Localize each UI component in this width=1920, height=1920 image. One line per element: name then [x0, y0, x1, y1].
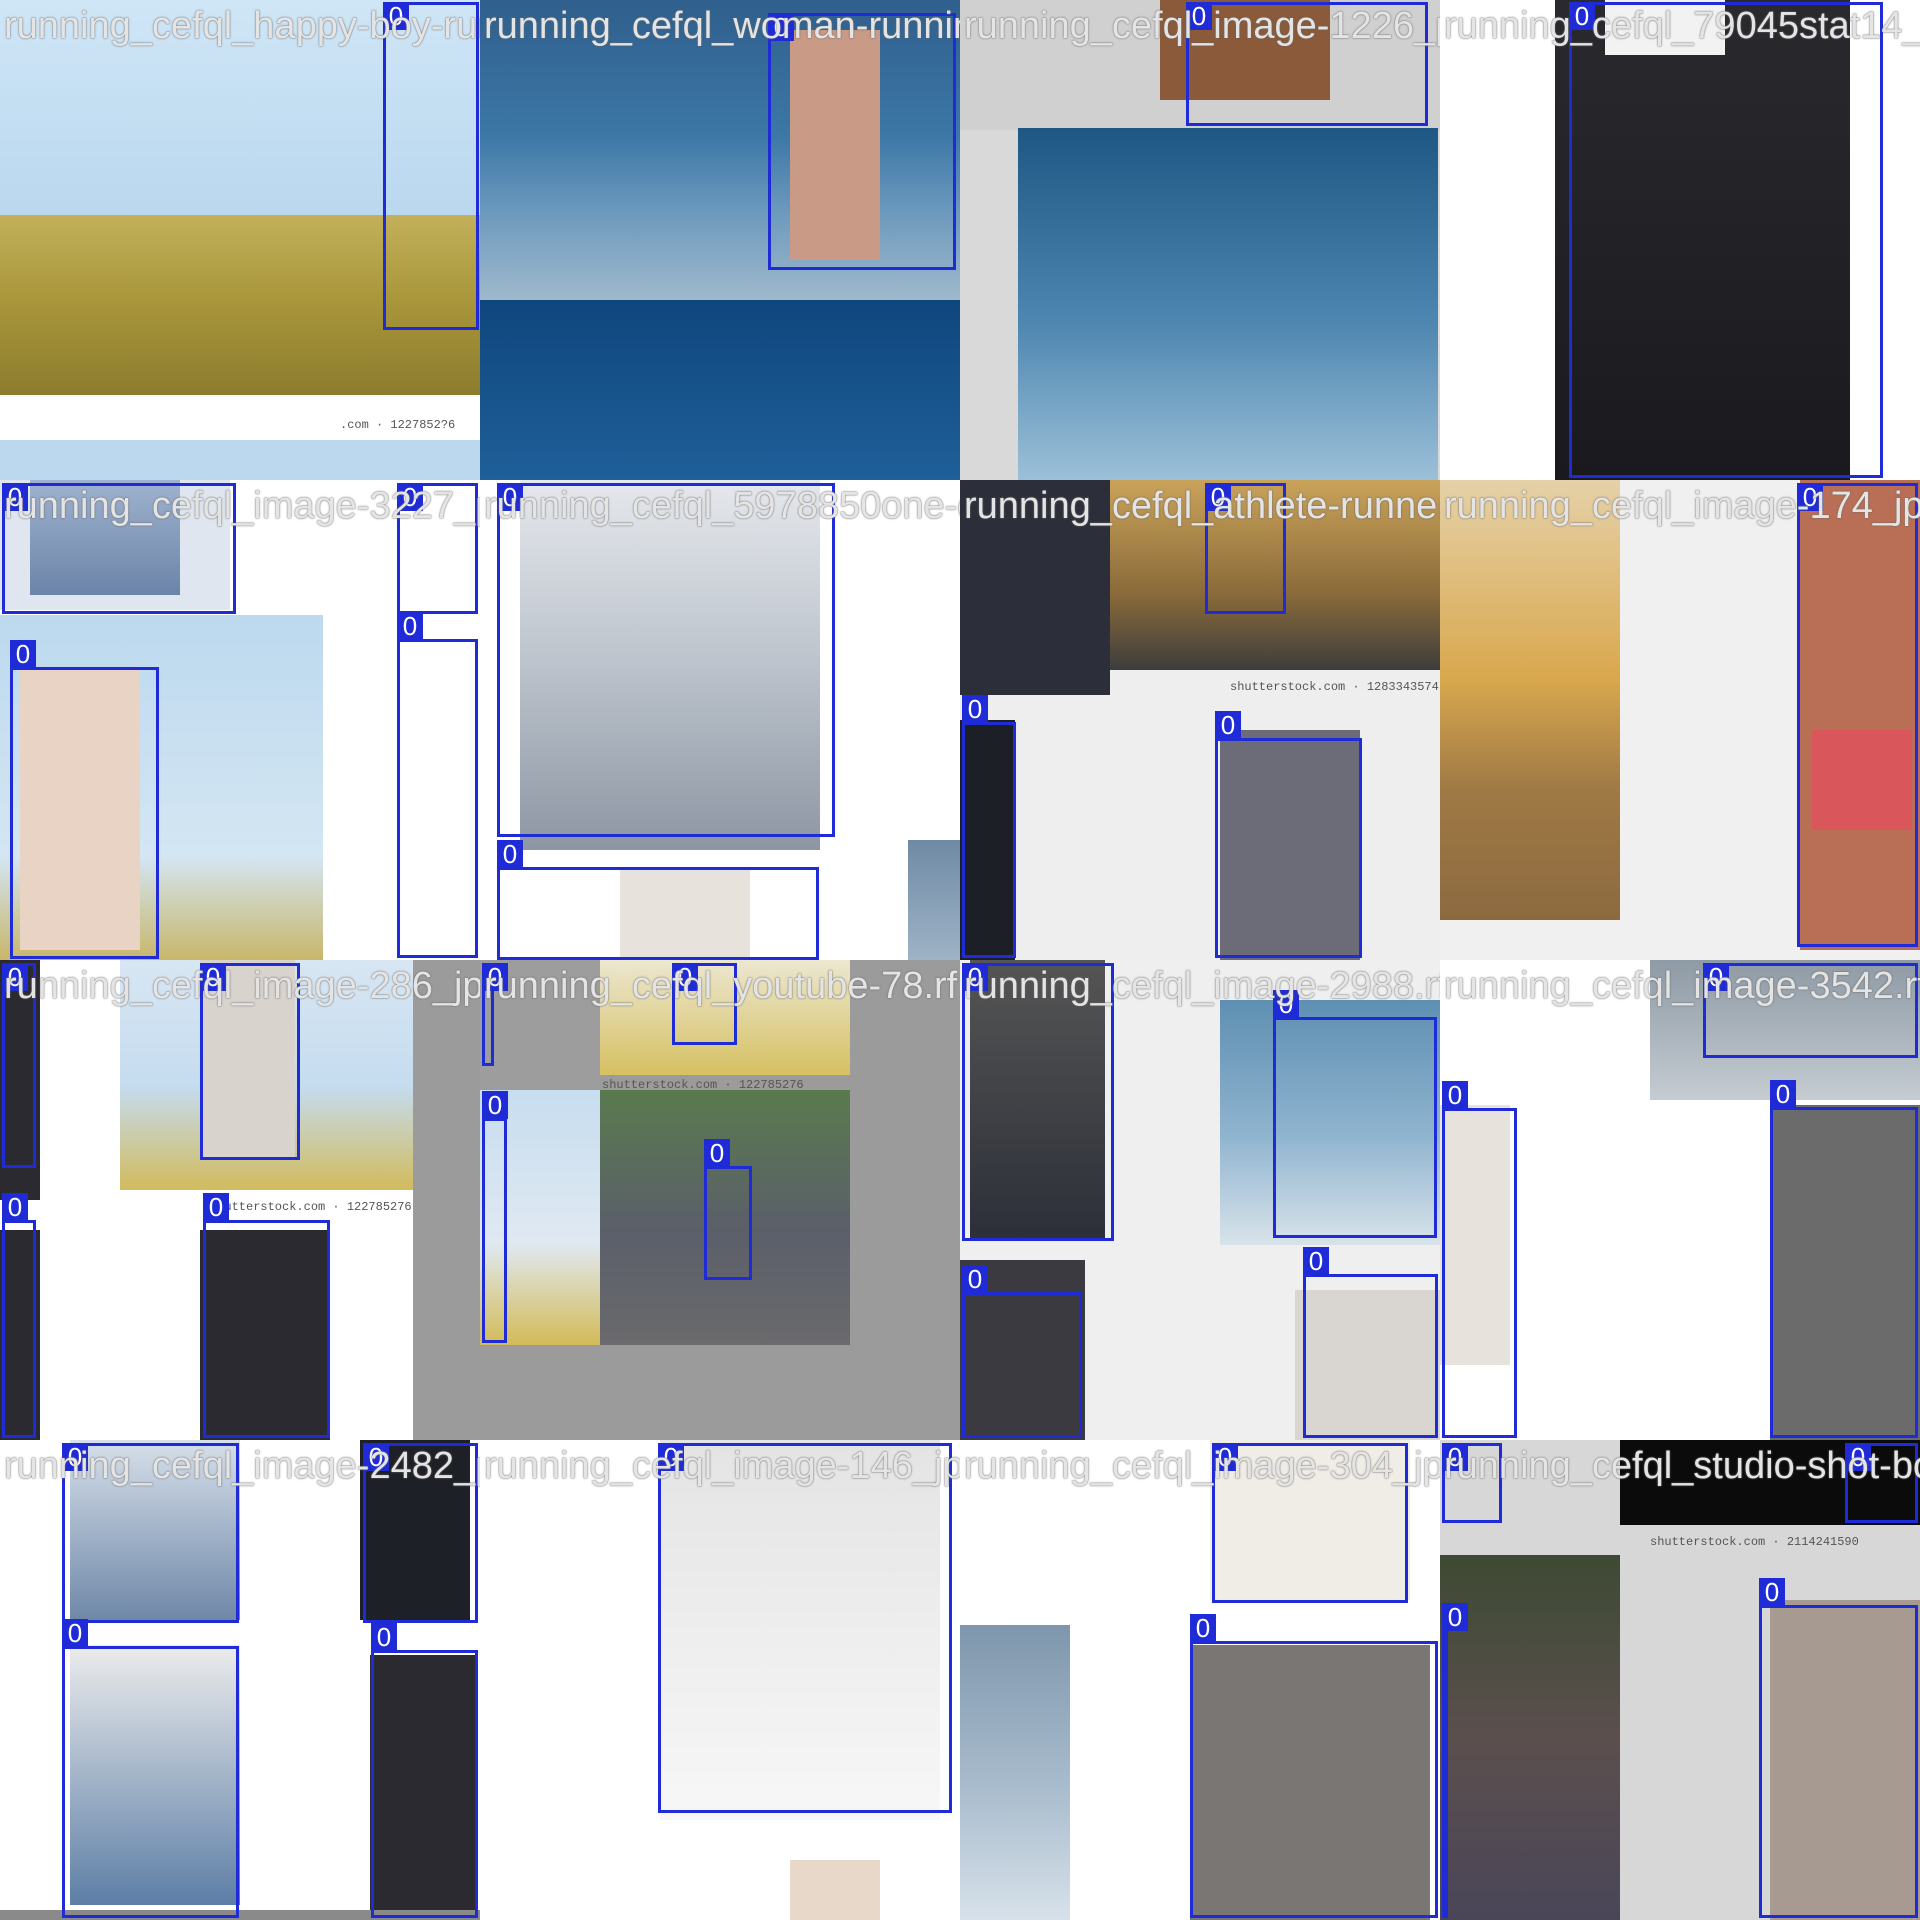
tile-filename: running_cefql_image-286_jpg.rf: [4, 965, 480, 1007]
bounding-box[interactable]: 0: [10, 640, 159, 959]
bounding-box[interactable]: 0: [962, 1265, 1082, 1438]
box-class-label: 0: [1442, 1603, 1468, 1631]
tile-filename: running_cefql_youtube-78.rf: [484, 965, 958, 1007]
tile-filename: running_cefql_79045stat14_png.rf: [1444, 5, 1920, 47]
image-tile: 00running_cefql_image-304_jpg.rf: [960, 1440, 1440, 1920]
photo-region: [908, 840, 960, 960]
image-tile: 0 0 0 running_cefql_image-3542.rf: [1440, 960, 1920, 1440]
image-tile: 0running_cefql_woman-running-ocean-9f6.r…: [480, 0, 960, 480]
tile-filename: running_cefql_woman-running-ocean-9f6.rf: [484, 5, 960, 47]
bounding-box[interactable]: 0: [1759, 1578, 1918, 1918]
bounding-box[interactable]: 0: [658, 1443, 952, 1813]
tile-filename: running_cefql_image-174_jpg.rf: [1444, 485, 1920, 527]
image-tile: 00running_cefql_5978850one-caucasian.rf: [480, 480, 960, 960]
image-tile: shutterstock.com · 1283343574 0 0 0 running_…: [960, 480, 1440, 960]
bounding-box[interactable]: 0: [962, 695, 1016, 958]
image-tile: .com · 1227852?6 0 running_cefql_happy-boy…: [0, 0, 480, 480]
box-class-label: 0: [497, 840, 523, 868]
image-tile: 0running_cefql_image-1226_png.rf: [960, 0, 1440, 480]
bounding-box[interactable]: 0: [371, 1623, 478, 1918]
photo-region: [0, 440, 480, 480]
box-class-label: 0: [203, 1193, 229, 1221]
watermark-text: shutterstock.com · 2114241590: [1650, 1535, 1859, 1549]
bounding-box[interactable]: 0: [1569, 2, 1883, 478]
box-class-label: 0: [482, 1091, 508, 1119]
box-class-label: 0: [62, 1619, 88, 1647]
tile-filename: running_cefql_image-3227_png.rf: [4, 485, 480, 527]
photo-region: [1018, 128, 1438, 480]
tile-filename: running_cefql_image-304_jpg.rf: [964, 1445, 1440, 1487]
box-class-label: 0: [1759, 1578, 1785, 1606]
bounding-box[interactable]: 0: [203, 1193, 330, 1438]
box-class-label: 0: [1442, 1081, 1468, 1109]
tile-filename: running_cefql_image-1226_png.rf: [964, 5, 1440, 47]
box-class-label: 0: [371, 1623, 397, 1651]
box-class-label: 0: [1303, 1247, 1329, 1275]
box-class-label: 0: [1770, 1080, 1796, 1108]
box-class-label: 0: [962, 1265, 988, 1293]
box-class-label: 0: [704, 1139, 730, 1167]
watermark-text: shutterstock.com · 122785276: [210, 1200, 412, 1214]
bounding-box[interactable]: 0: [497, 483, 835, 837]
image-tile: shutterstock.com · 122785276 0 0 0 0 running_…: [0, 960, 480, 1440]
tile-filename: running_cefql_image-2482_png.rf: [4, 1445, 480, 1487]
bounding-box[interactable]: 0: [383, 2, 479, 330]
tile-filename: running_cefql_athlete-runner.rf: [964, 485, 1440, 527]
photo-region: [413, 960, 480, 1440]
image-tile: 0 0 0 0 running_cefql_image-2988.rf: [960, 960, 1440, 1440]
photo-region: [790, 1860, 880, 1920]
tile-filename: running_cefql_5978850one-caucasian.rf: [484, 485, 960, 527]
box-class-label: 0: [10, 640, 36, 668]
watermark-text: shutterstock.com · 1283343574: [1230, 680, 1439, 694]
bounding-box[interactable]: 0: [1442, 1081, 1517, 1438]
watermark-text: shutterstock.com · 122785276: [602, 1078, 804, 1092]
image-tile: shutterstock.com · 122785276 0 0 0 0 running_…: [480, 960, 960, 1440]
box-class-label: 0: [1190, 1614, 1216, 1642]
box-class-label: 0: [2, 1193, 28, 1221]
bounding-box[interactable]: 0: [482, 1091, 508, 1343]
tile-filename: running_cefql_studio-shot-bo.rf: [1444, 1445, 1920, 1487]
bounding-box[interactable]: 0: [1215, 711, 1362, 958]
bounding-box[interactable]: 0: [497, 840, 819, 960]
photo-region: [960, 1625, 1070, 1920]
tile-filename: running_cefql_image-146_jpg.rf: [484, 1445, 960, 1487]
bounding-box[interactable]: 0: [2, 1193, 36, 1438]
photo-region: [1440, 480, 1620, 920]
bounding-box[interactable]: 0: [1770, 1080, 1918, 1438]
tile-filename: running_cefql_image-3542.rf: [1444, 965, 1920, 1007]
bounding-box[interactable]: 0: [704, 1139, 752, 1280]
image-tile: 0running_cefql_image-146_jpg.rf: [480, 1440, 960, 1920]
bounding-box[interactable]: 0: [768, 13, 956, 270]
watermark-text: .com · 1227852?6: [340, 418, 456, 432]
image-tile: 0running_cefql_image-174_jpg.rf: [1440, 480, 1920, 960]
image-tile: 0000running_cefql_image-2482_png.rf: [0, 1440, 480, 1920]
bounding-box[interactable]: 0: [1190, 1614, 1438, 1918]
bounding-box[interactable]: 0: [1797, 483, 1918, 947]
image-tile: 0000running_cefql_image-3227_png.rf: [0, 480, 480, 960]
box-class-label: 0: [962, 695, 988, 723]
bounding-box[interactable]: 0: [62, 1619, 239, 1918]
image-tile: shutterstock.com · 2114241590 0 0 0 0 running…: [1440, 1440, 1920, 1920]
photo-region: [480, 300, 960, 480]
bounding-box[interactable]: 0: [1442, 1603, 1468, 1918]
box-class-label: 0: [397, 612, 423, 640]
mosaic-grid: .com · 1227852?6 0 running_cefql_happy-boy…: [0, 0, 1920, 1920]
bounding-box[interactable]: 0: [1303, 1247, 1438, 1438]
tile-filename: running_cefql_image-2988.rf: [964, 965, 1440, 1007]
bounding-box[interactable]: 0: [397, 612, 478, 958]
tile-filename: running_cefql_happy-boy-running_jpg.rf: [4, 5, 480, 47]
bounding-box[interactable]: 0: [1273, 990, 1437, 1238]
image-tile: 0running_cefql_79045stat14_png.rf: [1440, 0, 1920, 480]
box-class-label: 0: [1215, 711, 1241, 739]
